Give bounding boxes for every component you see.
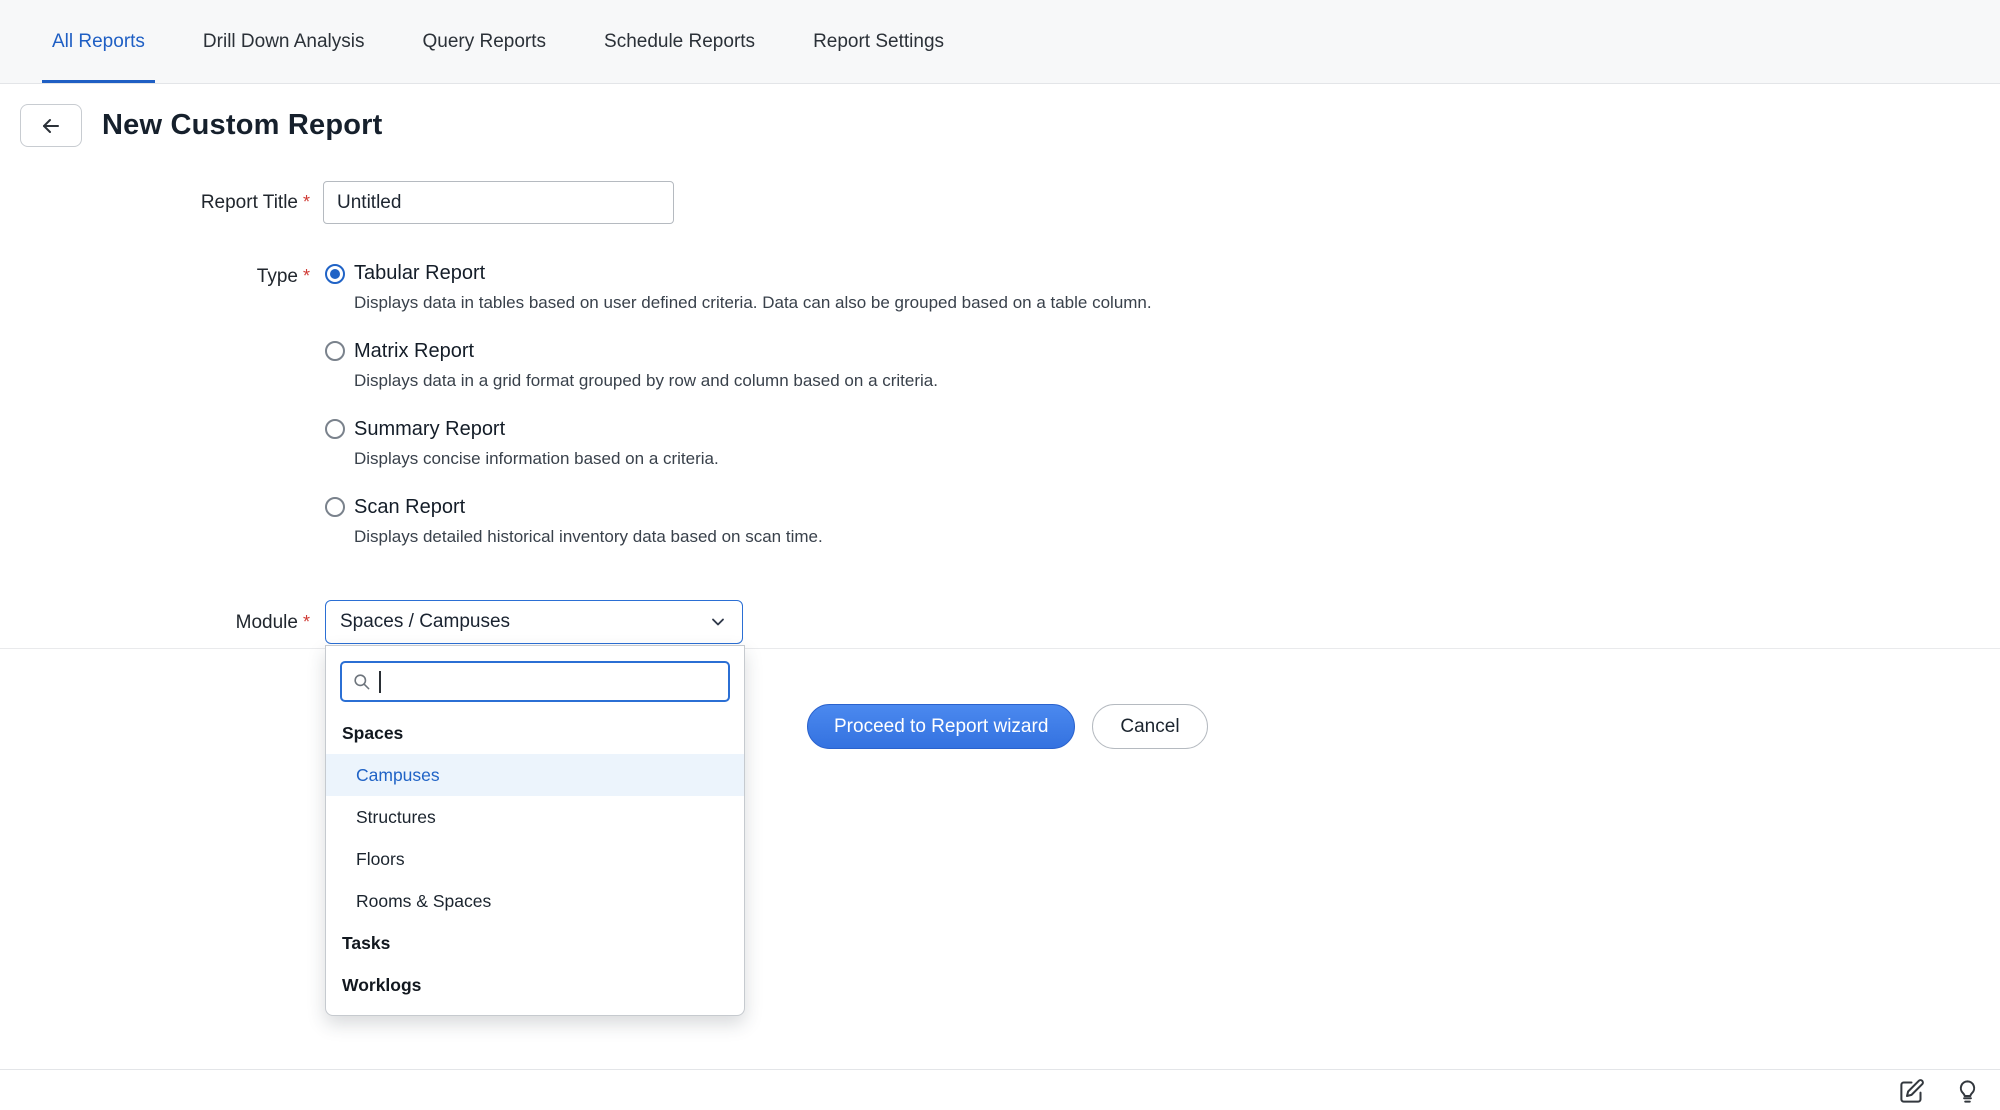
compose-feedback-icon[interactable] bbox=[1896, 1076, 1926, 1106]
radio-summary-report[interactable] bbox=[325, 419, 345, 439]
module-group-tasks[interactable]: Tasks bbox=[326, 922, 744, 964]
report-tabs: All Reports Drill Down Analysis Query Re… bbox=[0, 0, 2000, 84]
tab-report-settings[interactable]: Report Settings bbox=[813, 0, 944, 83]
required-asterisk: * bbox=[303, 612, 310, 632]
report-title-label-text: Report Title bbox=[201, 192, 298, 213]
type-option-description: Displays data in a grid format grouped b… bbox=[354, 370, 1425, 393]
module-group-spaces: Spaces bbox=[326, 712, 744, 754]
type-option-description: Displays detailed historical inventory d… bbox=[354, 526, 1425, 549]
back-arrow-icon bbox=[39, 114, 63, 138]
tab-query-reports[interactable]: Query Reports bbox=[422, 0, 546, 83]
page-header: New Custom Report bbox=[20, 104, 383, 147]
tab-schedule-reports[interactable]: Schedule Reports bbox=[604, 0, 755, 83]
type-option-description: Displays data in tables based on user de… bbox=[354, 292, 1425, 315]
type-label: Type* bbox=[0, 266, 310, 288]
radio-tabular-report[interactable] bbox=[325, 264, 345, 284]
tab-all-reports[interactable]: All Reports bbox=[52, 0, 145, 83]
report-title-label: Report Title* bbox=[0, 192, 310, 214]
type-option-description: Displays concise information based on a … bbox=[354, 448, 1425, 471]
proceed-to-report-wizard-button[interactable]: Proceed to Report wizard bbox=[807, 704, 1075, 749]
module-group-worklogs[interactable]: Worklogs bbox=[326, 964, 744, 1006]
type-label-text: Type bbox=[257, 266, 298, 287]
section-divider bbox=[0, 648, 2000, 649]
type-option-summary[interactable]: Summary Report Displays concise informat… bbox=[325, 418, 1425, 471]
footer-icons bbox=[1896, 1076, 1982, 1106]
back-button[interactable] bbox=[20, 104, 82, 147]
type-option-scan[interactable]: Scan Report Displays detailed historical… bbox=[325, 496, 1425, 549]
type-option-name: Scan Report bbox=[354, 496, 465, 519]
module-option-floors[interactable]: Floors bbox=[326, 838, 744, 880]
module-selected-value: Spaces / Campuses bbox=[340, 611, 510, 633]
module-dropdown-panel: Spaces Campuses Structures Floors Rooms … bbox=[325, 645, 745, 1016]
lightbulb-icon[interactable] bbox=[1952, 1076, 1982, 1106]
module-label-text: Module bbox=[236, 612, 298, 633]
module-search-box[interactable] bbox=[340, 661, 730, 702]
page-title: New Custom Report bbox=[102, 109, 383, 142]
tab-drill-down-analysis[interactable]: Drill Down Analysis bbox=[203, 0, 365, 83]
module-select[interactable]: Spaces / Campuses bbox=[325, 600, 743, 644]
module-option-rooms-spaces[interactable]: Rooms & Spaces bbox=[326, 880, 744, 922]
report-type-options: Tabular Report Displays data in tables b… bbox=[325, 262, 1425, 574]
type-option-matrix[interactable]: Matrix Report Displays data in a grid fo… bbox=[325, 340, 1425, 393]
text-cursor bbox=[379, 671, 381, 693]
required-asterisk: * bbox=[303, 192, 310, 212]
type-option-tabular[interactable]: Tabular Report Displays data in tables b… bbox=[325, 262, 1425, 315]
required-asterisk: * bbox=[303, 266, 310, 286]
type-option-name: Summary Report bbox=[354, 418, 505, 441]
radio-matrix-report[interactable] bbox=[325, 341, 345, 361]
type-option-name: Matrix Report bbox=[354, 340, 474, 363]
module-option-structures[interactable]: Structures bbox=[326, 796, 744, 838]
module-search-input[interactable] bbox=[389, 671, 719, 692]
chevron-down-icon bbox=[708, 612, 728, 632]
footer-divider bbox=[0, 1069, 2000, 1070]
report-title-input[interactable] bbox=[323, 181, 674, 224]
search-icon bbox=[352, 672, 371, 691]
radio-scan-report[interactable] bbox=[325, 497, 345, 517]
module-label: Module* bbox=[0, 612, 310, 634]
type-option-name: Tabular Report bbox=[354, 262, 485, 285]
form-actions: Proceed to Report wizard Cancel bbox=[807, 704, 1208, 749]
cancel-button[interactable]: Cancel bbox=[1092, 704, 1207, 749]
module-option-campuses[interactable]: Campuses bbox=[326, 754, 744, 796]
